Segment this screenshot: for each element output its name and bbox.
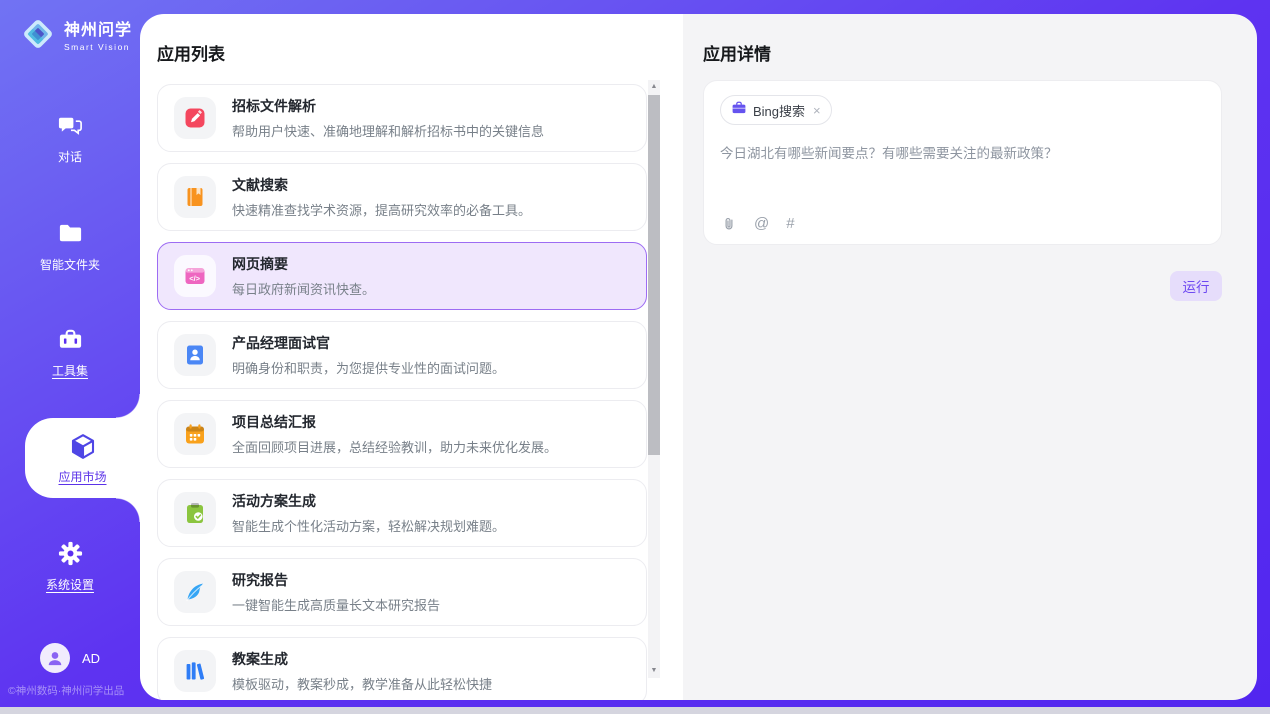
sidebar-item-label: 智能文件夹	[40, 256, 100, 273]
tool-chip-label: Bing搜索	[753, 101, 805, 120]
app-item-text: 研究报告一键智能生成高质量长文本研究报告	[232, 570, 440, 614]
quill-icon	[174, 571, 216, 613]
pen-square-icon	[174, 97, 216, 139]
gear-icon	[57, 540, 84, 567]
app-list-item[interactable]: 研究报告一键智能生成高质量长文本研究报告	[157, 558, 647, 626]
app-list-item[interactable]: </> 网页摘要每日政府新闻资讯快查。	[157, 242, 647, 310]
app-item-name: 网页摘要	[232, 254, 375, 274]
app-item-name: 研究报告	[232, 570, 440, 590]
app-list-item[interactable]: 招标文件解析帮助用户快速、准确地理解和解析招标书中的关键信息	[157, 84, 647, 152]
prompt-toolbar: @#	[721, 215, 795, 232]
app-item-description: 快速精准查找学术资源，提高研究效率的必备工具。	[232, 200, 531, 219]
books-icon	[174, 650, 216, 692]
sidebar-item-label: 应用市场	[58, 468, 106, 485]
run-button[interactable]: 运行	[1170, 271, 1222, 301]
app-item-name: 招标文件解析	[232, 96, 544, 116]
app-item-name: 文献搜索	[232, 175, 531, 195]
app-list-item[interactable]: 产品经理面试官明确身份和职责，为您提供专业性的面试问题。	[157, 321, 647, 389]
sidebar-item-5[interactable]: 系统设置	[0, 540, 140, 593]
toolbox-icon	[57, 326, 84, 353]
diamond-logo-icon	[20, 16, 56, 52]
main-content: 应用列表 招标文件解析帮助用户快速、准确地理解和解析招标书中的关键信息文献搜索快…	[140, 14, 1257, 700]
svg-text:</>: </>	[189, 274, 200, 283]
app-item-text: 网页摘要每日政府新闻资讯快查。	[232, 254, 375, 298]
app-item-name: 活动方案生成	[232, 491, 505, 511]
calendar-icon	[174, 413, 216, 455]
brand-subtitle: Smart Vision	[64, 42, 132, 52]
app-list-item[interactable]: 文献搜索快速精准查找学术资源，提高研究效率的必备工具。	[157, 163, 647, 231]
app-item-text: 产品经理面试官明确身份和职责，为您提供专业性的面试问题。	[232, 333, 505, 377]
cube-icon	[68, 432, 98, 462]
sidebar: 神州问学 Smart Vision 对话智能文件夹工具集应用市场系统设置 AD …	[0, 0, 140, 707]
app-list-item[interactable]: 活动方案生成智能生成个性化活动方案，轻松解决规划难题。	[157, 479, 647, 547]
scrollbar-thumb[interactable]	[648, 95, 660, 455]
app-item-description: 帮助用户快速、准确地理解和解析招标书中的关键信息	[232, 121, 544, 140]
bottom-edge	[0, 707, 1270, 714]
book-icon	[174, 176, 216, 218]
chat-icon	[57, 112, 84, 139]
app-item-description: 每日政府新闻资讯快查。	[232, 279, 375, 298]
scrollbar[interactable]: ▲ ▼	[648, 80, 660, 678]
app-item-name: 项目总结汇报	[232, 412, 557, 432]
app-item-description: 全面回顾项目进展，总结经验教训，助力未来优化发展。	[232, 437, 557, 456]
app-list-item[interactable]: 教案生成模板驱动，教案秒成，教学准备从此轻松快捷	[157, 637, 647, 700]
sidebar-item-label: 系统设置	[46, 576, 94, 593]
brand-text: 神州问学 Smart Vision	[64, 16, 132, 52]
prompt-input[interactable]: 今日湖北有哪些新闻要点？有哪些需要关注的最新政策？	[720, 142, 1205, 162]
copyright-text: ©神州数码·神州问学出品	[8, 683, 124, 698]
sidebar-item-1[interactable]: 对话	[0, 112, 140, 165]
app-list-panel: 应用列表 招标文件解析帮助用户快速、准确地理解和解析招标书中的关键信息文献搜索快…	[140, 14, 683, 700]
brand-name: 神州问学	[64, 16, 132, 40]
briefcase-icon	[731, 100, 747, 121]
interview-icon	[174, 334, 216, 376]
clipboard-check-icon	[174, 492, 216, 534]
scroll-up-icon[interactable]: ▲	[648, 80, 660, 94]
app-item-description: 模板驱动，教案秒成，教学准备从此轻松快捷	[232, 674, 492, 693]
hash-icon[interactable]: #	[786, 215, 794, 232]
app-detail-panel: 应用详情 Bing搜索 × 今日湖北有哪些新闻要点？有哪些需要关注的最新政策？ …	[683, 14, 1257, 700]
chip-close-icon[interactable]: ×	[813, 103, 821, 118]
app-item-description: 明确身份和职责，为您提供专业性的面试问题。	[232, 358, 505, 377]
at-icon[interactable]: @	[754, 215, 769, 232]
user-profile[interactable]: AD	[0, 643, 140, 673]
app-item-description: 一键智能生成高质量长文本研究报告	[232, 595, 440, 614]
tool-chip[interactable]: Bing搜索 ×	[720, 95, 832, 125]
app-list-title: 应用列表	[157, 40, 225, 65]
app-item-description: 智能生成个性化活动方案，轻松解决规划难题。	[232, 516, 505, 535]
sidebar-item-3[interactable]: 工具集	[0, 326, 140, 379]
app-item-text: 活动方案生成智能生成个性化活动方案，轻松解决规划难题。	[232, 491, 505, 535]
browser-code-icon: </>	[174, 255, 216, 297]
app-detail-title: 应用详情	[703, 40, 771, 65]
app-item-name: 产品经理面试官	[232, 333, 505, 353]
app-list-item[interactable]: 项目总结汇报全面回顾项目进展，总结经验教训，助力未来优化发展。	[157, 400, 647, 468]
sidebar-item-label: 工具集	[52, 362, 88, 379]
paperclip-icon[interactable]	[721, 216, 737, 232]
sidebar-item-label: 对话	[58, 148, 82, 165]
scroll-down-icon[interactable]: ▼	[648, 664, 660, 678]
sidebar-item-4[interactable]: 应用市场	[25, 418, 140, 498]
folder-icon	[57, 220, 84, 247]
app-item-text: 教案生成模板驱动，教案秒成，教学准备从此轻松快捷	[232, 649, 492, 693]
app-item-text: 项目总结汇报全面回顾项目进展，总结经验教训，助力未来优化发展。	[232, 412, 557, 456]
avatar[interactable]	[40, 643, 70, 673]
app-list: 招标文件解析帮助用户快速、准确地理解和解析招标书中的关键信息文献搜索快速精准查找…	[157, 84, 647, 700]
sidebar-item-2[interactable]: 智能文件夹	[0, 220, 140, 273]
app-item-name: 教案生成	[232, 649, 492, 669]
brand-logo: 神州问学 Smart Vision	[20, 16, 132, 52]
user-name: AD	[82, 651, 100, 666]
app-item-text: 招标文件解析帮助用户快速、准确地理解和解析招标书中的关键信息	[232, 96, 544, 140]
prompt-card: Bing搜索 × 今日湖北有哪些新闻要点？有哪些需要关注的最新政策？ @#	[703, 80, 1222, 245]
app-item-text: 文献搜索快速精准查找学术资源，提高研究效率的必备工具。	[232, 175, 531, 219]
